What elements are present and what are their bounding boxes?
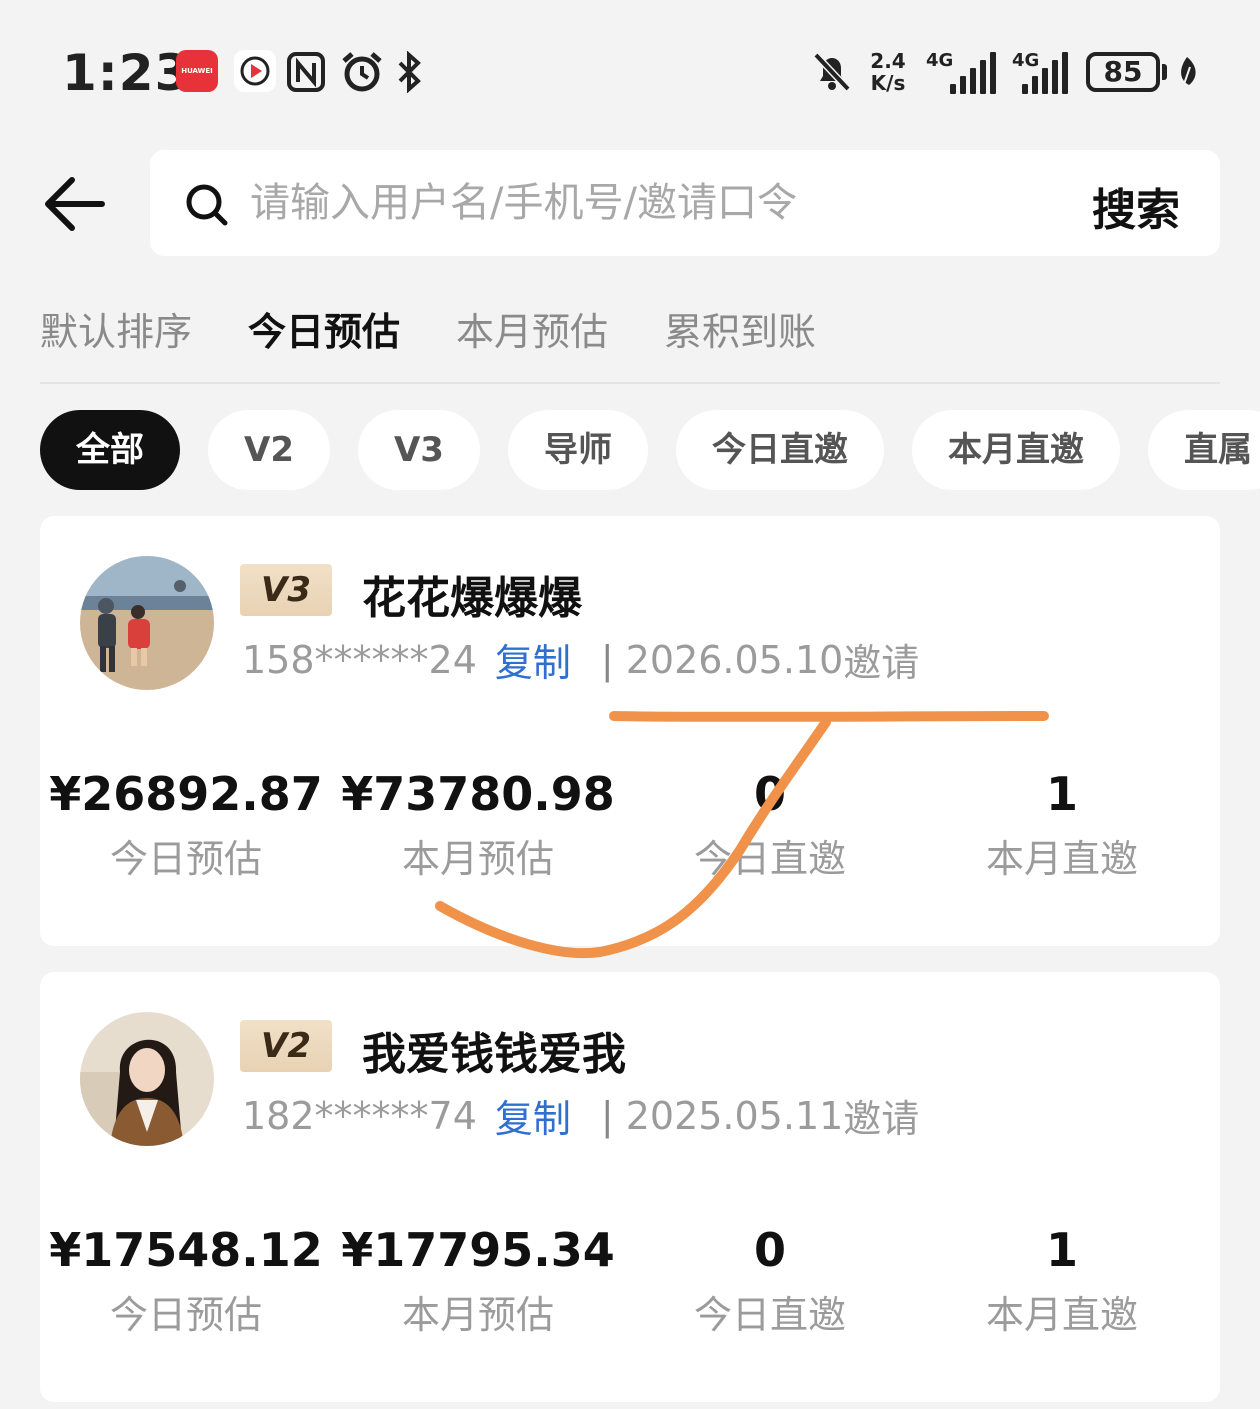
chip-today-invite[interactable]: 今日直邀 bbox=[675, 410, 884, 490]
battery-icon: 85 bbox=[1086, 52, 1160, 92]
search-input[interactable] bbox=[250, 170, 970, 236]
phone-number: 182******74 bbox=[242, 1093, 477, 1138]
avatar bbox=[80, 556, 214, 690]
invite-date: 2026.05.10 bbox=[625, 637, 844, 682]
stat-label: 本月直邀 bbox=[985, 837, 1138, 881]
separator: | bbox=[600, 1093, 614, 1138]
user-name: 花花爆爆爆 bbox=[362, 573, 582, 624]
stat-value: ¥17548.12 bbox=[49, 1223, 323, 1277]
stats-row: ¥17548.12 今日预估 ¥17795.34 本月预估 0 今日直邀 1 本… bbox=[40, 1220, 1220, 1340]
invite-suffix: 邀请 bbox=[843, 1097, 920, 1141]
battery-tip bbox=[1162, 64, 1167, 80]
avatar bbox=[80, 1012, 214, 1146]
meta-row: 182******74 复制 | 2025.05.11 邀请 bbox=[242, 1088, 919, 1143]
chip-direct[interactable]: 直属 bbox=[1147, 410, 1260, 490]
stat-label: 本月直邀 bbox=[985, 1293, 1138, 1337]
sort-tab-default[interactable]: 默认排序 bbox=[40, 302, 192, 362]
stat-value: ¥26892.87 bbox=[49, 767, 323, 821]
bluetooth-icon bbox=[394, 50, 424, 94]
stat-today-estimate: ¥17548.12 今日预估 bbox=[40, 1220, 332, 1340]
back-arrow-icon[interactable] bbox=[40, 172, 108, 236]
chip-v2[interactable]: V2 bbox=[208, 410, 330, 490]
stat-month-invite: 1 本月直邀 bbox=[916, 1220, 1208, 1340]
user-name: 我爱钱钱爱我 bbox=[362, 1029, 626, 1080]
status-bar: 1:23 HUAWEI 2.4 K/s 4G 4G 85 bbox=[0, 0, 1260, 140]
mute-icon bbox=[812, 50, 852, 94]
stat-label: 今日直邀 bbox=[693, 1293, 846, 1337]
network-speed: 2.4 K/s bbox=[870, 49, 906, 95]
user-card[interactable]: V3 花花爆爆爆 158******24 复制 | 2026.05.10 邀请 ¥… bbox=[40, 516, 1220, 946]
sort-tab-today-estimate[interactable]: 今日预估 bbox=[248, 302, 400, 362]
stat-today-invite: 0 今日直邀 bbox=[624, 1220, 916, 1340]
divider bbox=[40, 382, 1220, 384]
copy-button[interactable]: 复制 bbox=[495, 632, 571, 687]
separator: | bbox=[600, 637, 614, 682]
sort-tabs: 默认排序 今日预估 本月预估 累积到账 bbox=[40, 302, 816, 362]
stat-today-estimate: ¥26892.87 今日预估 bbox=[40, 764, 332, 884]
stat-label: 今日预估 bbox=[109, 1293, 262, 1337]
chip-all[interactable]: 全部 bbox=[40, 410, 180, 490]
filter-chips: 全部 V2 V3 导师 今日直邀 本月直邀 直属 bbox=[40, 410, 1260, 490]
stat-value: 0 bbox=[753, 1223, 786, 1277]
stat-today-invite: 0 今日直邀 bbox=[624, 764, 916, 884]
stats-row: ¥26892.87 今日预估 ¥73780.98 本月预估 0 今日直邀 1 本… bbox=[40, 764, 1220, 884]
signal-icon: 4G bbox=[926, 50, 998, 94]
stat-label: 本月预估 bbox=[401, 1293, 554, 1337]
sort-tab-month-estimate[interactable]: 本月预估 bbox=[456, 302, 608, 362]
search-button[interactable]: 搜索 bbox=[1092, 174, 1180, 238]
alarm-icon bbox=[340, 50, 384, 94]
chip-v3[interactable]: V3 bbox=[357, 410, 480, 490]
video-app-icon bbox=[234, 50, 276, 92]
chip-month-invite[interactable]: 本月直邀 bbox=[911, 410, 1120, 490]
stat-month-estimate: ¥17795.34 本月预估 bbox=[332, 1220, 624, 1340]
stat-label: 今日预估 bbox=[109, 837, 262, 881]
stat-value: ¥73780.98 bbox=[341, 767, 615, 821]
stat-label: 本月预估 bbox=[401, 837, 554, 881]
copy-button[interactable]: 复制 bbox=[495, 1088, 571, 1143]
stat-month-estimate: ¥73780.98 本月预估 bbox=[332, 764, 624, 884]
search-icon bbox=[184, 182, 230, 228]
user-card[interactable]: V2 我爱钱钱爱我 182******74 复制 | 2025.05.11 邀请 … bbox=[40, 972, 1220, 1402]
stat-label: 今日直邀 bbox=[693, 837, 846, 881]
leaf-icon bbox=[1174, 50, 1200, 94]
stat-value: 1 bbox=[1045, 767, 1078, 821]
nfc-icon bbox=[286, 50, 326, 94]
signal-icon: 4G bbox=[1012, 50, 1072, 94]
stat-value: ¥17795.34 bbox=[341, 1223, 615, 1277]
meta-row: 158******24 复制 | 2026.05.10 邀请 bbox=[242, 632, 919, 687]
chip-mentor[interactable]: 导师 bbox=[507, 410, 648, 490]
search-box: 搜索 bbox=[150, 150, 1220, 256]
stat-month-invite: 1 本月直邀 bbox=[916, 764, 1208, 884]
stat-value: 1 bbox=[1045, 1223, 1078, 1277]
phone-number: 158******24 bbox=[242, 637, 477, 682]
level-badge: V3 bbox=[240, 564, 332, 616]
huawei-app-icon: HUAWEI bbox=[176, 50, 218, 92]
status-time: 1:23 bbox=[62, 44, 191, 102]
level-badge: V2 bbox=[240, 1020, 332, 1072]
invite-suffix: 邀请 bbox=[843, 641, 920, 685]
invite-date: 2025.05.11 bbox=[625, 1093, 844, 1138]
stat-value: 0 bbox=[753, 767, 786, 821]
sort-tab-accumulated[interactable]: 累积到账 bbox=[664, 302, 816, 362]
